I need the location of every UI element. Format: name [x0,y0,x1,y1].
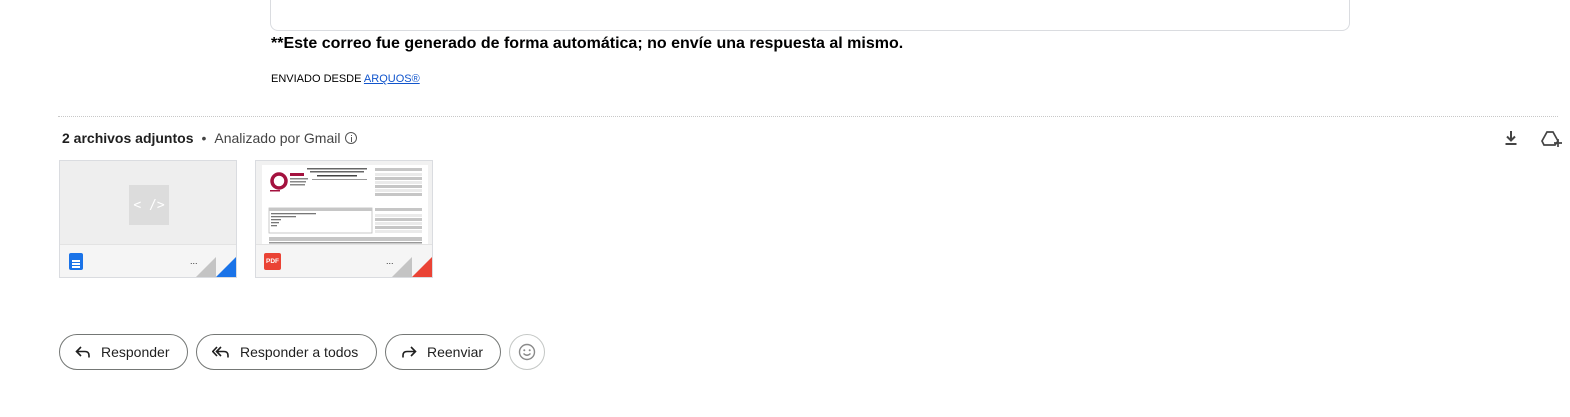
attachment-card-document[interactable]: < /> ... [59,160,237,278]
forward-button[interactable]: Reenviar [385,334,501,370]
file-corner-fold [392,257,432,277]
code-file-icon: < /> [129,185,169,225]
attachment-preview: < /> [60,161,236,247]
reply-all-arrow-icon [212,346,229,358]
reply-arrow-icon [75,346,90,358]
forward-label: Reenviar [427,344,484,360]
file-corner-fold [196,257,236,277]
reply-button[interactable]: Responder [59,334,188,370]
attachments-header: 2 archivos adjuntos • Analizado por Gmai… [62,130,358,146]
download-all-button[interactable] [1501,128,1521,148]
message-body-frame [270,0,1350,31]
separator-dot: • [201,130,207,146]
pdf-page-preview [268,168,422,244]
save-to-drive-button[interactable] [1541,128,1562,148]
reply-all-label: Responder a todos [240,344,359,360]
attachment-footer: PDF ... [256,244,432,277]
attachment-footer: ... [60,244,236,277]
reply-label: Responder [101,344,170,360]
sent-from-line: ENVIADO DESDE ARQUOS® [271,73,420,85]
info-icon[interactable] [345,132,358,144]
emoji-reaction-button[interactable] [509,334,545,370]
attachment-card-pdf[interactable]: PDF ... [255,160,433,278]
auto-generated-notice: **Este correo fue generado de forma auto… [271,35,904,52]
pdf-icon: PDF [264,253,281,270]
arquos-link[interactable]: ARQUOS® [364,73,420,85]
add-to-drive-icon [1541,131,1562,147]
scanned-by-gmail-label: Analizado por Gmail [214,130,341,146]
reply-all-button[interactable]: Responder a todos [196,334,377,370]
google-doc-icon [69,253,83,270]
sent-from-prefix: ENVIADO DESDE [271,73,364,85]
forward-arrow-icon [402,346,417,358]
emoji-smile-icon [518,343,536,361]
attachments-divider [58,116,1558,117]
attachments-count: 2 archivos adjuntos [62,130,194,146]
download-icon [1505,131,1517,145]
pdf-thumbnail [262,165,428,245]
attachment-preview [256,161,432,247]
